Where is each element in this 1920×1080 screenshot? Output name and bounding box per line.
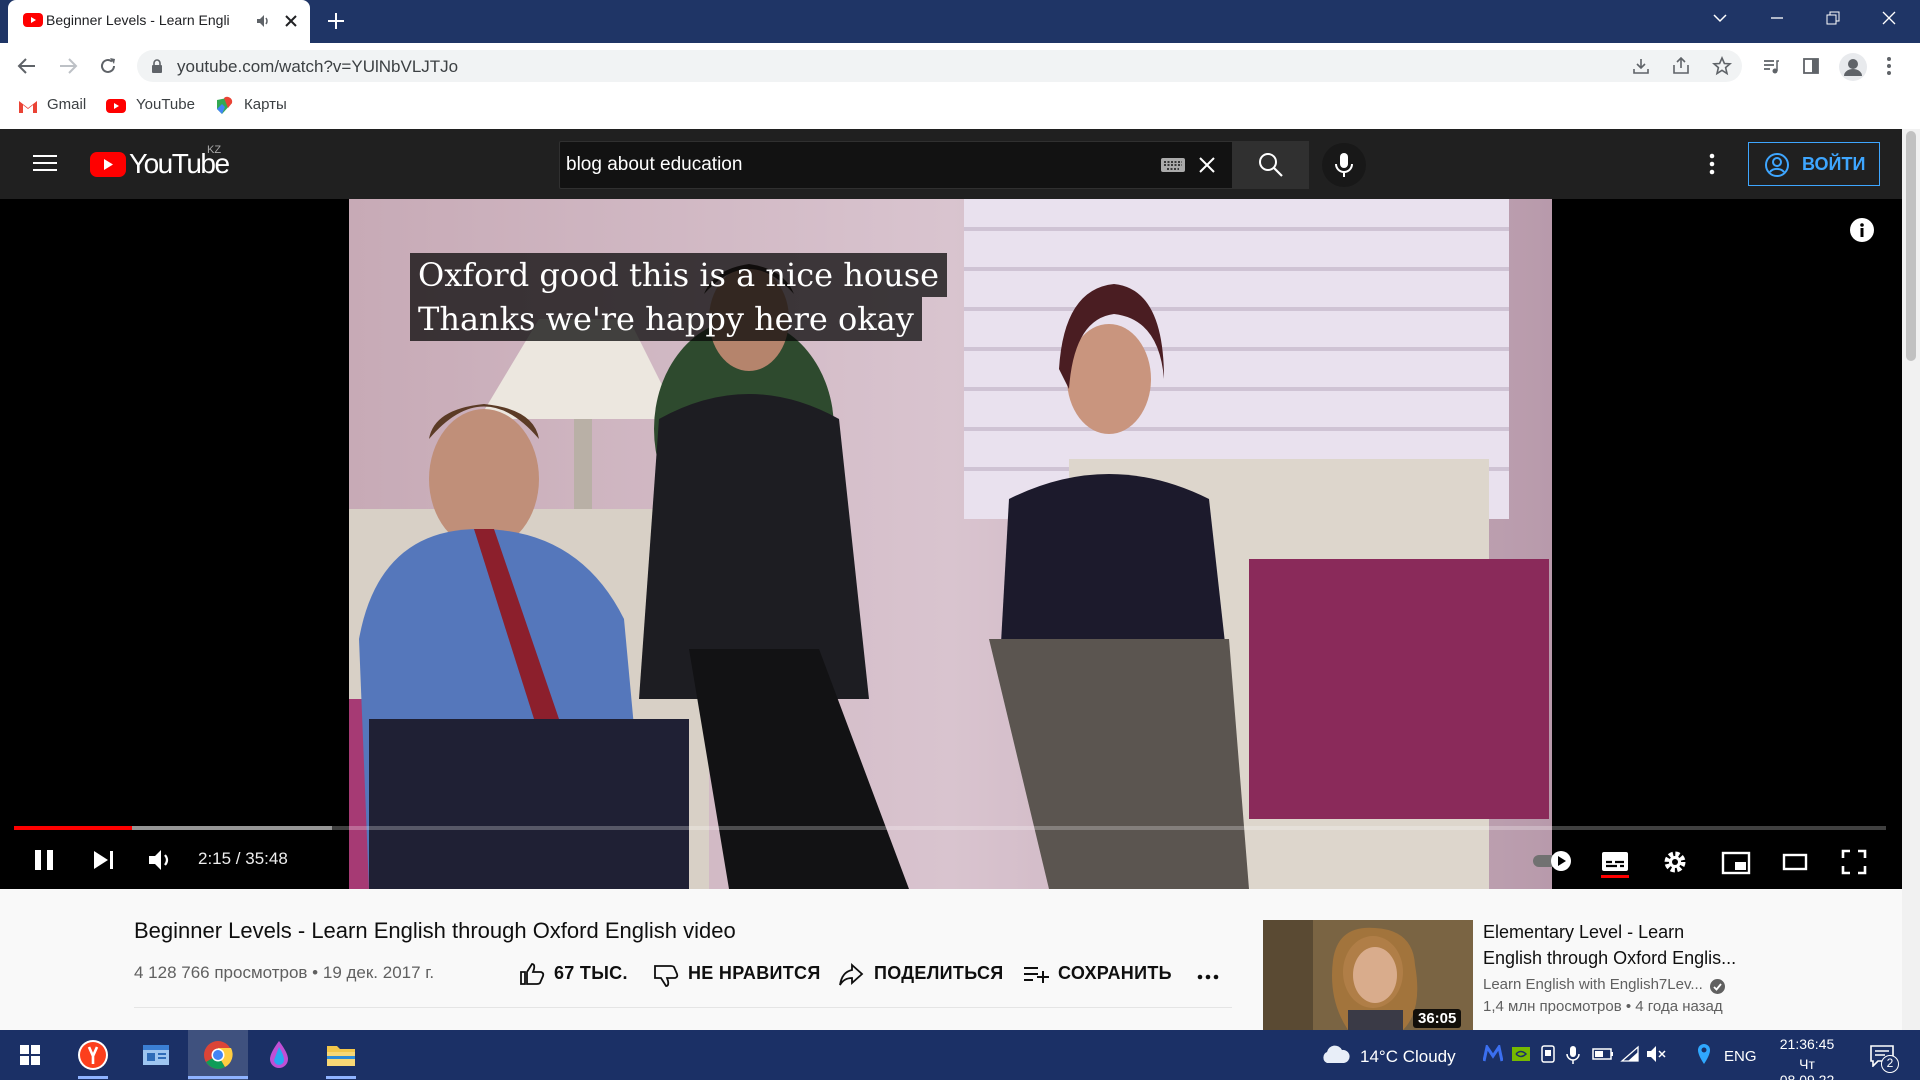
video-views-date: 4 128 766 просмотров • 19 дек. 2017 г.	[134, 963, 435, 982]
like-button[interactable]: 67 ТЫС.	[554, 963, 628, 984]
clock-date: Чт 08.09.22	[1779, 1056, 1835, 1080]
yandex-running-indicator	[78, 1076, 108, 1079]
tray-microphone-icon[interactable]	[1566, 1045, 1580, 1065]
like-thumb-icon[interactable]	[519, 962, 545, 986]
signin-label: ВОЙТИ	[1802, 154, 1866, 174]
windows-start-icon[interactable]	[20, 1045, 40, 1065]
chrome-menu-icon[interactable]	[1886, 56, 1892, 76]
settings-more-icon[interactable]	[1709, 153, 1715, 175]
dislike-thumb-icon[interactable]	[653, 964, 679, 988]
notification-count-badge: 2	[1881, 1055, 1899, 1073]
youtube-logo-icon[interactable]	[90, 152, 126, 177]
recommended-channel[interactable]: Learn English with English7Lev...	[1483, 976, 1703, 993]
info-icon[interactable]	[1850, 218, 1874, 242]
bookmark-youtube[interactable]: YouTube	[136, 96, 195, 113]
speaker-muted-icon[interactable]	[1646, 1045, 1668, 1063]
search-query-text[interactable]: blog about education	[566, 154, 742, 176]
window-close-icon[interactable]	[1881, 10, 1897, 26]
autoplay-toggle[interactable]	[1532, 851, 1574, 871]
share-page-icon[interactable]	[1672, 57, 1690, 75]
search-icon[interactable]	[1258, 152, 1284, 178]
youtube-icon	[106, 99, 126, 113]
clock-time: 21:36:45	[1779, 1036, 1835, 1052]
verified-check-icon	[1710, 979, 1725, 994]
profile-avatar-icon[interactable]	[1839, 53, 1867, 81]
youtube-favicon-icon	[23, 13, 43, 27]
caption-line-2: Thanks we're happy here okay	[410, 297, 922, 341]
share-arrow-icon[interactable]	[838, 963, 864, 987]
share-button[interactable]: ПОДЕЛИТЬСЯ	[874, 963, 1004, 984]
maps-icon	[215, 96, 233, 116]
gmail-icon	[18, 99, 38, 114]
new-tab-plus-icon[interactable]	[326, 11, 346, 31]
reload-icon[interactable]	[98, 56, 118, 76]
voice-search-button[interactable]	[1322, 143, 1366, 187]
account-circle-icon	[1765, 153, 1789, 177]
url-text[interactable]: youtube.com/watch?v=YUlNbVLJTJo	[177, 57, 458, 77]
signin-button[interactable]: ВОЙТИ	[1748, 142, 1880, 186]
minimize-icon[interactable]	[1769, 10, 1785, 26]
file-explorer-icon[interactable]	[326, 1042, 356, 1068]
paint-drop-icon[interactable]	[266, 1039, 292, 1071]
tray-nvidia-icon[interactable]	[1512, 1047, 1530, 1061]
back-arrow-icon[interactable]	[17, 56, 37, 76]
time-display: 2:15 / 35:48	[198, 849, 288, 868]
forward-arrow-icon[interactable]	[58, 56, 78, 76]
recommended-meta: 1,4 млн просмотров • 4 года назад	[1483, 998, 1723, 1015]
scrollbar-thumb[interactable]	[1906, 131, 1916, 361]
progress-played	[14, 826, 132, 830]
more-actions-icon[interactable]	[1197, 974, 1219, 980]
wifi-icon[interactable]	[1620, 1045, 1640, 1063]
bookmark-maps[interactable]: Карты	[244, 96, 287, 113]
divider	[134, 1007, 1232, 1008]
video-title: Beginner Levels - Learn English through …	[134, 918, 736, 943]
tray-m-icon[interactable]	[1483, 1045, 1503, 1063]
video-duration-badge: 36:05	[1413, 1009, 1462, 1028]
settings-gear-icon[interactable]	[1662, 849, 1688, 875]
weather-text[interactable]: 14°C Cloudy	[1360, 1047, 1456, 1067]
bookmark-star-icon[interactable]	[1712, 56, 1732, 76]
lock-icon[interactable]	[151, 59, 163, 73]
pause-icon[interactable]	[33, 848, 55, 872]
control-panel-icon[interactable]	[142, 1042, 170, 1068]
restore-icon[interactable]	[1825, 10, 1841, 26]
bookmarks-bar	[0, 87, 1920, 129]
miniplayer-icon[interactable]	[1721, 851, 1751, 875]
keyboard-icon[interactable]	[1160, 157, 1186, 173]
weather-cloud-icon	[1320, 1043, 1350, 1065]
battery-icon[interactable]	[1592, 1047, 1614, 1061]
tab-audio-icon[interactable]	[255, 13, 271, 29]
save-button[interactable]: СОХРАНИТЬ	[1058, 963, 1172, 984]
fullscreen-icon[interactable]	[1841, 849, 1867, 875]
side-panel-icon[interactable]	[1802, 57, 1820, 75]
chrome-running-indicator	[188, 1076, 248, 1079]
install-app-icon[interactable]	[1632, 57, 1650, 75]
volume-icon[interactable]	[148, 848, 174, 872]
dislike-button[interactable]: НЕ НРАВИТСЯ	[688, 963, 821, 984]
subtitles-icon[interactable]	[1600, 849, 1630, 879]
caption-line-1: Oxford good this is a nice house	[410, 253, 948, 297]
tab-close-icon[interactable]	[283, 13, 299, 29]
theater-mode-icon[interactable]	[1782, 853, 1808, 871]
tab-title: Beginner Levels - Learn Engli	[46, 12, 230, 28]
location-pin-icon[interactable]	[1696, 1043, 1712, 1065]
tray-device-icon[interactable]	[1540, 1045, 1556, 1063]
next-video-icon[interactable]	[92, 849, 116, 871]
yandex-browser-icon[interactable]	[78, 1040, 108, 1070]
language-indicator[interactable]: ENG	[1724, 1048, 1757, 1065]
recommended-title[interactable]: Elementary Level - Learn English through…	[1483, 919, 1743, 971]
hamburger-menu-icon[interactable]	[33, 154, 57, 172]
explorer-running-indicator	[326, 1076, 356, 1079]
media-control-icon[interactable]	[1762, 57, 1780, 75]
chrome-icon[interactable]	[203, 1040, 233, 1070]
country-code: KZ	[207, 144, 222, 156]
save-playlist-add-icon[interactable]	[1023, 965, 1051, 985]
clock[interactable]: 21:36:45 Чт 08.09.22	[1774, 1036, 1840, 1080]
microphone-icon	[1335, 153, 1353, 177]
bookmark-gmail[interactable]: Gmail	[47, 96, 86, 113]
clear-search-icon[interactable]	[1198, 156, 1216, 174]
tab-search-chevron-icon[interactable]	[1712, 10, 1728, 26]
closed-captions: Oxford good this is a nice house Thanks …	[410, 253, 948, 341]
